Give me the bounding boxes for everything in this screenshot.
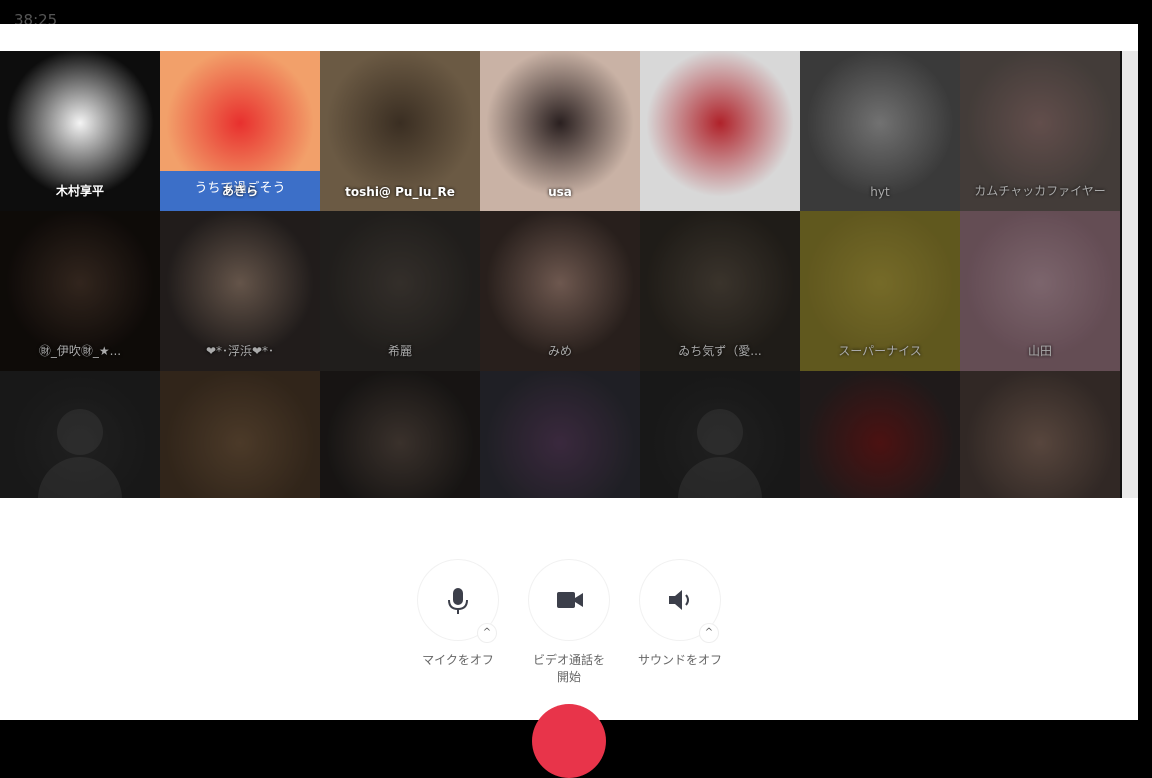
call-window: 木村享平 うちで過ごそう あきら toshi@ Pu_Iu_Re usa hyt カムチャッ…	[0, 24, 1138, 720]
sound-options-caret-icon[interactable]: ^	[700, 624, 718, 642]
participant-tile[interactable]: スーパーナイス	[800, 211, 960, 371]
participant-tile[interactable]: toshi@ Pu_Iu_Re	[320, 51, 480, 211]
participant-name: あきら	[221, 184, 258, 198]
participant-tile[interactable]: ㊖_伊吹㊖_★...	[0, 211, 160, 371]
end-call-button[interactable]	[532, 704, 606, 778]
inactive-overlay	[800, 371, 960, 498]
inactive-overlay	[480, 371, 640, 498]
participant-tile[interactable]	[800, 371, 960, 498]
inactive-overlay	[320, 371, 480, 498]
participant-tile[interactable]	[480, 371, 640, 498]
participant-name: カムチャッカファイヤー	[974, 184, 1106, 198]
video-label: ビデオ通話を 開始	[514, 652, 624, 686]
participant-tile[interactable]	[960, 371, 1120, 498]
call-timer: 38:25	[14, 12, 58, 24]
inactive-overlay	[0, 371, 160, 498]
participant-tile[interactable]: 山田	[960, 211, 1120, 371]
grid-scrollbar[interactable]	[1122, 51, 1138, 498]
participant-name: 山田	[1027, 344, 1052, 358]
participant-tile[interactable]	[160, 371, 320, 498]
mic-button[interactable]: ^	[418, 560, 498, 642]
inactive-overlay	[640, 371, 800, 498]
call-controls: ^ マイクをオフ ビデオ通話を 開始 ^ サウンドをオフ	[0, 560, 1138, 720]
sound-control: ^ サウンドをオフ	[625, 560, 735, 669]
participant-name: ❤*･浮浜❤*･	[205, 344, 275, 358]
participant-name: toshi@ Pu_Iu_Re	[345, 185, 455, 199]
participant-name: みめ	[547, 344, 572, 358]
sound-button[interactable]: ^	[640, 560, 720, 642]
sound-label: サウンドをオフ	[637, 653, 722, 667]
video-control: ビデオ通話を 開始	[514, 560, 624, 686]
mic-control: ^ マイクをオフ	[403, 560, 513, 669]
inactive-overlay	[960, 371, 1120, 498]
participant-tile[interactable]: カムチャッカファイヤー	[960, 51, 1120, 211]
participant-tile[interactable]: usa	[480, 51, 640, 211]
participant-tile[interactable]	[640, 51, 800, 211]
participant-tile[interactable]	[320, 371, 480, 498]
video-camera-icon	[557, 592, 583, 608]
inactive-overlay	[160, 371, 320, 498]
participant-tile[interactable]: みめ	[480, 211, 640, 371]
participant-tile[interactable]: 希麗	[320, 211, 480, 371]
video-button[interactable]	[529, 560, 609, 640]
participant-avatar	[640, 51, 800, 211]
participant-name: hyt	[870, 185, 890, 199]
microphone-icon	[448, 588, 468, 614]
participant-name: スーパーナイス	[838, 344, 922, 358]
video-label-line2: 開始	[556, 670, 581, 684]
participant-tile[interactable]: うちで過ごそう あきら	[160, 51, 320, 211]
participant-tile[interactable]: ゐち気ず（愛...	[640, 211, 800, 371]
speaker-icon	[669, 590, 689, 610]
mic-label: マイクをオフ	[422, 653, 494, 667]
participant-tile[interactable]: hyt	[800, 51, 960, 211]
participant-name: usa	[548, 185, 572, 199]
participant-name: ゐち気ず（愛...	[678, 344, 762, 358]
participant-name: 木村享平	[55, 184, 104, 198]
participant-name: ㊖_伊吹㊖_★...	[38, 344, 122, 358]
participant-grid: 木村享平 うちで過ごそう あきら toshi@ Pu_Iu_Re usa hyt カムチャッ…	[0, 51, 1122, 498]
top-bar: 38:25	[0, 0, 1152, 24]
mic-options-caret-icon[interactable]: ^	[478, 624, 496, 642]
participant-tile[interactable]: ❤*･浮浜❤*･	[160, 211, 320, 371]
participant-tile[interactable]	[640, 371, 800, 498]
participant-name: 希麗	[387, 344, 412, 358]
participant-tile[interactable]: 木村享平	[0, 51, 160, 211]
video-label-line1: ビデオ通話を	[532, 653, 605, 667]
window-edge	[1138, 24, 1152, 720]
participant-tile[interactable]	[0, 371, 160, 498]
